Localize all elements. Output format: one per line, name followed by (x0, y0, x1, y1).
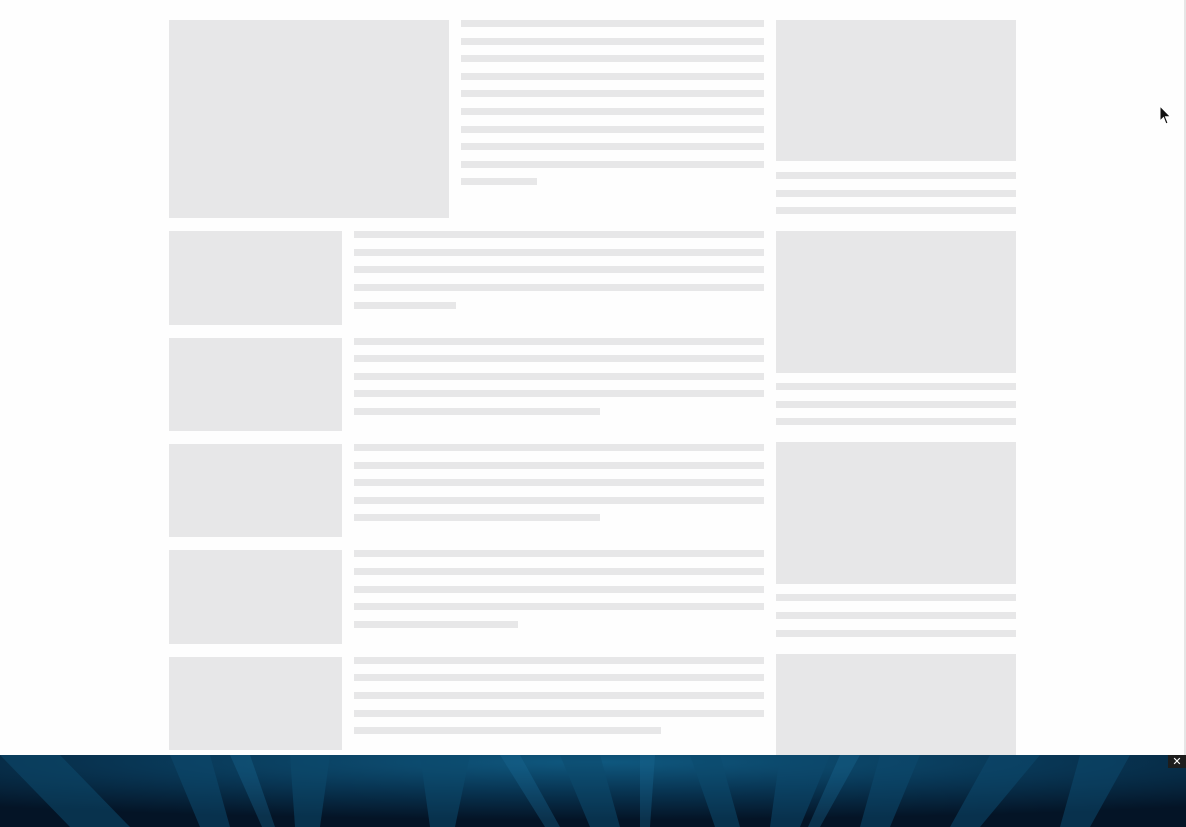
text-line-placeholder (354, 266, 764, 273)
sidebar-card-image-placeholder (776, 654, 1016, 755)
text-line-placeholder (354, 657, 764, 664)
list-item-image-placeholder (169, 231, 342, 325)
text-line-placeholder (354, 231, 764, 238)
list-item-image-placeholder (169, 550, 342, 644)
text-line-placeholder (354, 692, 764, 699)
list-item-image-placeholder (169, 657, 342, 750)
text-line-placeholder (354, 462, 764, 469)
text-line-placeholder (354, 408, 600, 415)
text-line-placeholder (776, 383, 1016, 390)
sidebar-card-image-placeholder (776, 442, 1016, 584)
text-line-placeholder (461, 38, 764, 45)
text-line-placeholder (354, 249, 764, 256)
text-line-placeholder (776, 630, 1016, 637)
text-line-placeholder (354, 514, 600, 521)
text-line-placeholder (354, 390, 764, 397)
list-item-image-placeholder (169, 444, 342, 537)
sidebar-card-image-placeholder (776, 20, 1016, 161)
text-line-placeholder (354, 355, 764, 362)
text-line-placeholder (461, 55, 764, 62)
text-line-placeholder (776, 207, 1016, 214)
list-item-image-placeholder (169, 338, 342, 431)
text-line-placeholder (776, 190, 1016, 197)
text-line-placeholder (461, 178, 537, 185)
text-line-placeholder (354, 338, 764, 345)
text-line-placeholder (776, 594, 1016, 601)
text-line-placeholder (776, 401, 1016, 408)
text-line-placeholder (354, 550, 764, 557)
text-line-placeholder (354, 444, 764, 451)
text-line-placeholder (354, 284, 764, 291)
text-line-placeholder (461, 126, 764, 133)
close-icon: ✕ (1172, 755, 1182, 768)
text-line-placeholder (461, 143, 764, 150)
text-line-placeholder (776, 418, 1016, 425)
text-line-placeholder (354, 302, 456, 309)
text-line-placeholder (354, 674, 764, 681)
text-line-placeholder (354, 497, 764, 504)
arrow-cursor-icon (1159, 105, 1172, 125)
text-line-placeholder (461, 73, 764, 80)
text-line-placeholder (776, 612, 1016, 619)
text-line-placeholder (354, 710, 764, 717)
text-line-placeholder (354, 568, 764, 575)
text-line-placeholder (461, 161, 764, 168)
text-line-placeholder (354, 586, 764, 593)
text-line-placeholder (354, 727, 661, 734)
featured-image-placeholder (169, 20, 449, 218)
sidebar-card-image-placeholder (776, 231, 1016, 373)
text-line-placeholder (354, 479, 764, 486)
text-line-placeholder (461, 90, 764, 97)
ad-banner-background (0, 755, 1186, 827)
loading-page: ✕ (0, 0, 1186, 827)
text-line-placeholder (354, 603, 764, 610)
ad-banner[interactable]: ✕ (0, 755, 1186, 827)
text-line-placeholder (461, 108, 764, 115)
close-ad-button[interactable]: ✕ (1168, 755, 1186, 768)
text-line-placeholder (354, 373, 764, 380)
text-line-placeholder (776, 172, 1016, 179)
text-line-placeholder (461, 20, 764, 27)
text-line-placeholder (354, 621, 518, 628)
